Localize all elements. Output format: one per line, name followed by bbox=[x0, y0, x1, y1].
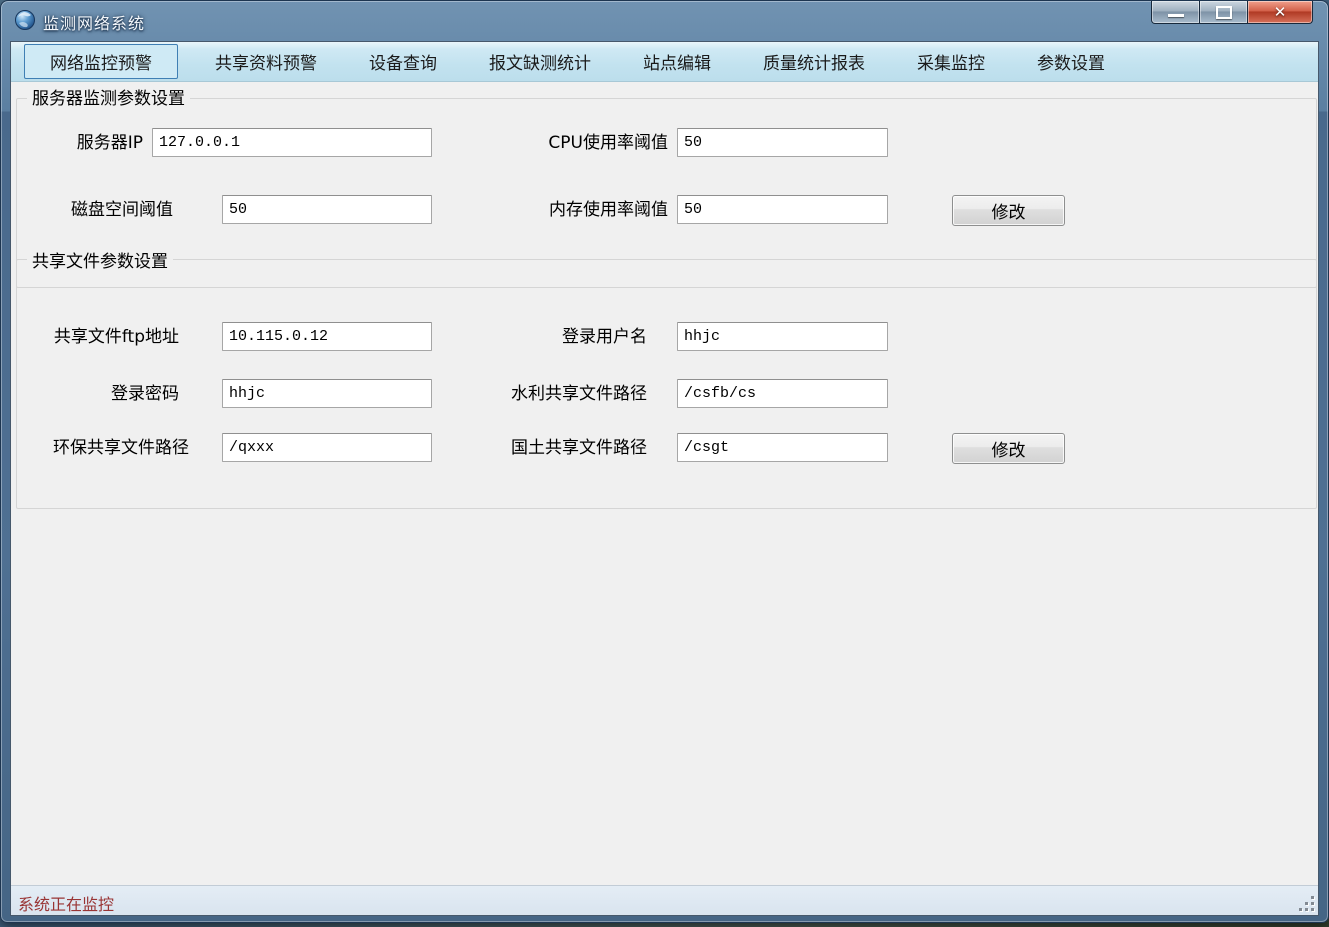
server-ip-label: 服务器IP bbox=[31, 128, 143, 159]
water-share-path-input[interactable] bbox=[677, 379, 888, 408]
memory-threshold-input[interactable] bbox=[677, 195, 888, 224]
app-window: 监测网络系统 ✕ 网络监控预警 共享资料预警 设备查询 报文缺测统计 站点编辑 bbox=[0, 0, 1329, 923]
water-share-path-label: 水利共享文件路径 bbox=[451, 379, 647, 410]
tab-message-missing-stats[interactable]: 报文缺测统计 bbox=[474, 45, 606, 78]
tab-site-edit[interactable]: 站点编辑 bbox=[628, 45, 726, 78]
memory-threshold-label: 内存使用率阈值 bbox=[481, 195, 668, 226]
cpu-threshold-input[interactable] bbox=[677, 128, 888, 157]
client-area: 网络监控预警 共享资料预警 设备查询 报文缺测统计 站点编辑 质量统计报表 采集… bbox=[10, 41, 1319, 916]
tab-collection-monitor[interactable]: 采集监控 bbox=[902, 45, 1000, 78]
cpu-threshold-label: CPU使用率阈值 bbox=[481, 128, 668, 159]
minimize-button[interactable] bbox=[1151, 1, 1200, 24]
share-params-groupbox bbox=[16, 259, 1317, 509]
env-share-path-label: 环保共享文件路径 bbox=[21, 433, 189, 464]
disk-threshold-label: 磁盘空间阈值 bbox=[31, 195, 173, 226]
tab-network-monitor-alert[interactable]: 网络监控预警 bbox=[24, 44, 178, 79]
window-controls: ✕ bbox=[1151, 1, 1313, 24]
login-username-input[interactable] bbox=[677, 322, 888, 351]
tab-shared-data-alert[interactable]: 共享资料预警 bbox=[200, 45, 332, 78]
ftp-address-input[interactable] bbox=[222, 322, 432, 351]
server-ip-input[interactable] bbox=[152, 128, 432, 157]
tab-quality-report[interactable]: 质量统计报表 bbox=[748, 45, 880, 78]
login-password-input[interactable] bbox=[222, 379, 432, 408]
env-share-path-input[interactable] bbox=[222, 433, 432, 462]
content-area: 服务器监测参数设置 服务器IP CPU使用率阈值 磁盘空间阈值 内存使用率阈值 … bbox=[11, 82, 1318, 886]
tab-device-query[interactable]: 设备查询 bbox=[354, 45, 452, 78]
login-password-label: 登录密码 bbox=[21, 379, 179, 410]
window-title: 监测网络系统 bbox=[43, 10, 145, 34]
server-params-group-title: 服务器监测参数设置 bbox=[27, 84, 190, 109]
login-username-label: 登录用户名 bbox=[451, 322, 647, 353]
maximize-icon bbox=[1216, 6, 1232, 19]
globe-app-icon[interactable] bbox=[14, 9, 36, 31]
tab-parameter-settings[interactable]: 参数设置 bbox=[1022, 45, 1120, 78]
server-modify-button[interactable]: 修改 bbox=[952, 195, 1065, 226]
close-icon: ✕ bbox=[1274, 2, 1287, 22]
share-params-group-title: 共享文件参数设置 bbox=[27, 247, 173, 272]
title-bar[interactable]: 监测网络系统 ✕ bbox=[1, 1, 1328, 41]
tab-strip: 网络监控预警 共享资料预警 设备查询 报文缺测统计 站点编辑 质量统计报表 采集… bbox=[11, 42, 1318, 82]
status-message: 系统正在监控 bbox=[18, 891, 114, 915]
minimize-icon bbox=[1168, 14, 1184, 17]
land-share-path-input[interactable] bbox=[677, 433, 888, 462]
resize-grip-icon[interactable] bbox=[1300, 897, 1314, 911]
share-modify-button[interactable]: 修改 bbox=[952, 433, 1065, 464]
disk-threshold-input[interactable] bbox=[222, 195, 432, 224]
desktop-background: 监测网络系统 ✕ 网络监控预警 共享资料预警 设备查询 报文缺测统计 站点编辑 bbox=[0, 0, 1329, 927]
ftp-address-label: 共享文件ftp地址 bbox=[21, 322, 179, 353]
land-share-path-label: 国土共享文件路径 bbox=[451, 433, 647, 464]
maximize-button[interactable] bbox=[1200, 1, 1248, 24]
status-bar: 系统正在监控 bbox=[11, 885, 1318, 915]
close-button[interactable]: ✕ bbox=[1248, 1, 1313, 24]
